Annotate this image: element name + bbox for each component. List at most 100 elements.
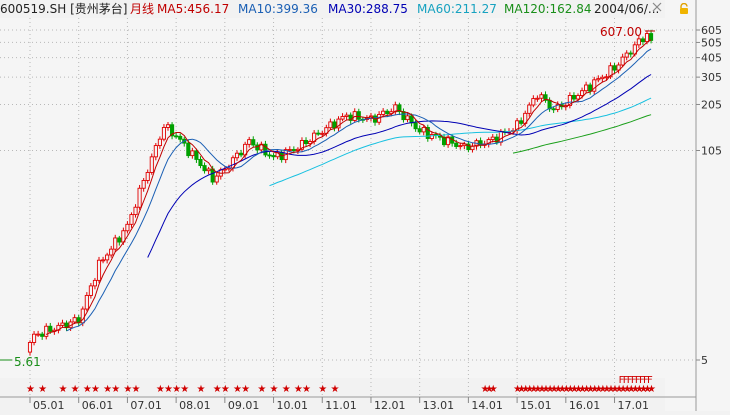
lock-icon[interactable]	[678, 3, 690, 15]
candle-body	[604, 76, 609, 79]
candle-body	[527, 104, 532, 114]
signal-star: ★	[318, 384, 327, 395]
candle-body	[421, 127, 426, 133]
plot-area	[0, 18, 665, 378]
candle-body	[40, 333, 45, 337]
signal-star: ★	[330, 384, 339, 395]
candle-body	[109, 248, 114, 256]
candle-body	[636, 38, 641, 46]
candle-body	[316, 132, 321, 135]
signal-star: ★	[282, 384, 291, 395]
candle-body	[584, 84, 589, 92]
ma5-value: MA5:456.17	[157, 2, 230, 16]
candle-body	[356, 111, 361, 120]
signal-star: ★	[26, 384, 35, 395]
candle-body	[413, 122, 418, 130]
candle-body	[125, 223, 130, 232]
signal-star: ★	[180, 384, 189, 395]
candle-body	[27, 342, 33, 353]
candle-body	[644, 33, 650, 43]
signal-star: ★	[58, 384, 67, 395]
candle-body	[44, 325, 49, 337]
candle-body	[588, 84, 593, 92]
ma60-value: MA60:211.27	[417, 2, 497, 16]
candle-body	[620, 56, 625, 66]
x-tick-label: 09.01	[228, 399, 260, 411]
candle-body	[88, 285, 93, 296]
candle-body	[145, 172, 150, 181]
signal-star: ★	[196, 384, 205, 395]
candle-body	[649, 33, 654, 41]
candle-body	[117, 237, 122, 243]
x-tick-label: 15.01	[520, 399, 552, 411]
candle-body	[612, 65, 617, 71]
signal-star: F	[647, 375, 653, 386]
candle-body	[539, 94, 544, 99]
stock-symbol[interactable]: 600519.SH [贵州茅台]	[0, 0, 127, 18]
candle-body	[401, 111, 406, 121]
y-tick-label: 5	[701, 354, 708, 367]
x-tick-label: 12.01	[374, 399, 406, 411]
signal-star: ★	[38, 384, 47, 395]
signal-star: ★	[270, 384, 279, 395]
candle-body	[149, 156, 154, 173]
candle-body	[287, 149, 292, 151]
candle-body	[519, 120, 524, 124]
signal-star: ★	[257, 384, 266, 395]
x-tick-label: 13.01	[423, 399, 455, 411]
y-tick-label: 105	[701, 145, 722, 158]
candle-body	[385, 110, 390, 115]
y-tick-label: 505	[701, 36, 722, 49]
candle-body	[129, 214, 134, 225]
ma30-value: MA30:288.75	[328, 2, 408, 16]
y-tick-label: 305	[701, 71, 722, 84]
signal-star: ★	[91, 384, 100, 395]
kline-chart[interactable]: 605 505 405 305 205 105 5 05.01 06.01 07.01 08.01 0…	[0, 0, 730, 412]
close-icon[interactable]	[652, 2, 662, 12]
candle-body	[535, 97, 540, 100]
signal-star: ★	[489, 384, 498, 395]
signal-star: ★	[221, 384, 230, 395]
x-tick-label: 05.01	[33, 399, 65, 411]
candle-body	[247, 139, 252, 145]
period-label[interactable]: 月线	[130, 0, 154, 18]
chart-header: 600519.SH [贵州茅台] 月线 MA5:456.17 MA10:399.…	[0, 0, 690, 18]
candle-body	[36, 333, 41, 336]
candle-body	[600, 76, 605, 80]
candle-body	[194, 150, 199, 160]
x-tick-label: 10.01	[277, 399, 309, 411]
max-price-label: 607.00	[600, 25, 642, 39]
candle-body	[308, 141, 313, 145]
candle-body	[72, 317, 77, 323]
candle-body	[571, 95, 576, 100]
candle-body	[303, 140, 309, 145]
y-tick-label: 405	[701, 52, 722, 65]
candle-body	[551, 108, 556, 111]
signal-star: ★	[241, 384, 250, 395]
kline-canvas[interactable]: 605505 405 305 205 105 5 05.01 06.01 07.01 08.01 0…	[0, 0, 730, 412]
candle-body	[186, 142, 191, 157]
candle-body	[198, 158, 203, 167]
candle-body	[624, 52, 629, 58]
y-tick-label: 605	[701, 24, 722, 37]
candle-body	[291, 149, 296, 151]
candle-body	[133, 206, 138, 216]
candle-body	[596, 78, 601, 81]
candle-body	[174, 135, 179, 138]
candle-body	[267, 154, 272, 157]
candle-body	[137, 187, 142, 208]
candle-body	[190, 150, 195, 157]
x-tick-label: 06.01	[82, 399, 114, 411]
candle-body	[113, 237, 118, 250]
candle-body	[409, 115, 414, 124]
x-tick-label: 11.01	[325, 399, 357, 411]
candle-body	[157, 138, 162, 147]
candle-body	[417, 128, 422, 133]
candle-body	[251, 139, 256, 146]
candle-body	[96, 259, 102, 281]
candle-body	[153, 145, 158, 158]
candle-body	[381, 110, 386, 115]
signal-star: ★	[132, 384, 141, 395]
candle-body	[141, 180, 146, 189]
min-price-label: 5.61	[14, 355, 41, 369]
